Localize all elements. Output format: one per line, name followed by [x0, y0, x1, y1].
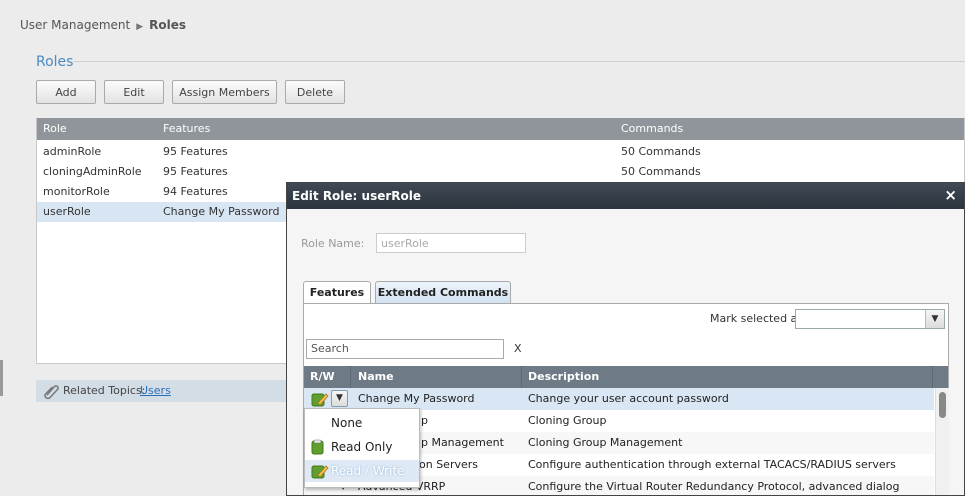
role-cell: userRole: [43, 205, 91, 218]
role-name-field[interactable]: userRole: [376, 233, 526, 253]
description-cell: Configure the Virtual Router Redundancy …: [528, 480, 900, 493]
option-label: Read Only: [331, 440, 393, 454]
table-row[interactable]: ▼ Change My Password Change your user ac…: [304, 388, 934, 410]
description-cell: Change your user account password: [528, 392, 729, 405]
read-only-icon: [311, 439, 324, 455]
permission-options-menu: None Read Only Read / Write: [304, 408, 420, 488]
assign-members-button[interactable]: Assign Members: [172, 80, 277, 104]
role-cell: monitorRole: [43, 185, 110, 198]
option-read-write[interactable]: Read / Write: [305, 460, 419, 482]
delete-button[interactable]: Delete: [285, 80, 345, 104]
related-topics: Related Topics: Users: [36, 380, 296, 402]
section-title: Roles: [36, 54, 74, 70]
chevron-right-icon: ▶: [136, 22, 144, 32]
commands-cell: 50 Commands: [621, 145, 701, 158]
section-divider: [74, 61, 965, 62]
column-divider: [521, 366, 522, 388]
permission-dropdown[interactable]: ▼: [331, 390, 348, 407]
breadcrumb-parent[interactable]: User Management: [20, 18, 130, 32]
table-row[interactable]: cloningAdminRole 95 Features 50 Commands: [37, 162, 964, 182]
search-input[interactable]: Search: [306, 339, 504, 359]
tab-features[interactable]: Features: [303, 281, 371, 303]
chevron-down-icon[interactable]: ▼: [925, 310, 944, 328]
role-cell: cloningAdminRole: [43, 165, 142, 178]
column-header-rw[interactable]: R/W: [310, 370, 335, 383]
description-cell: Cloning Group Management: [528, 436, 683, 449]
paperclip-icon: [44, 385, 59, 399]
role-name-label: Role Name:: [301, 237, 365, 250]
commands-cell: 50 Commands: [621, 165, 701, 178]
related-users-link[interactable]: Users: [140, 384, 171, 397]
column-header-name[interactable]: Name: [358, 370, 394, 383]
name-cell: Change My Password: [358, 392, 475, 405]
features-cell: 95 Features: [163, 145, 228, 158]
vertical-scrollbar[interactable]: [935, 388, 949, 495]
panel-edge: [0, 360, 3, 396]
breadcrumb: User Management ▶ Roles: [20, 18, 186, 32]
dialog-header[interactable]: Edit Role: userRole ×: [287, 183, 964, 209]
edit-button[interactable]: Edit: [104, 80, 164, 104]
column-divider: [350, 366, 351, 388]
mark-selected-label: Mark selected as:: [710, 312, 807, 325]
name-cell: up Management: [414, 436, 504, 449]
related-topics-label: Related Topics:: [63, 384, 146, 397]
description-cell: Configure authentication through externa…: [528, 458, 896, 471]
column-header-description[interactable]: Description: [528, 370, 599, 383]
mark-selected-dropdown[interactable]: ▼: [795, 309, 945, 329]
option-label: None: [331, 416, 363, 430]
breadcrumb-current: Roles: [149, 18, 187, 32]
option-label: Read / Write: [331, 464, 405, 478]
clear-search-button[interactable]: X: [514, 342, 522, 355]
close-icon[interactable]: ×: [944, 186, 957, 204]
option-read-only[interactable]: Read Only: [305, 436, 419, 458]
read-write-icon: [311, 393, 329, 407]
features-cell: 95 Features: [163, 165, 228, 178]
roles-table-header: Role Features Commands: [37, 118, 964, 140]
add-button[interactable]: Add: [36, 80, 96, 104]
option-none[interactable]: None: [305, 412, 419, 434]
features-grid-header: R/W Name Description: [304, 366, 948, 388]
name-cell: on Servers: [419, 458, 479, 471]
scrollbar-thumb[interactable]: [939, 392, 946, 418]
features-cell: Change My Password: [163, 205, 280, 218]
dialog-title: Edit Role: userRole: [292, 189, 422, 203]
features-cell: 94 Features: [163, 185, 228, 198]
column-header-commands[interactable]: Commands: [621, 122, 683, 135]
description-cell: Cloning Group: [528, 414, 607, 427]
role-cell: adminRole: [43, 145, 102, 158]
column-header-features[interactable]: Features: [163, 122, 210, 135]
column-divider: [932, 366, 933, 388]
tab-extended-commands[interactable]: Extended Commands: [375, 281, 511, 303]
read-write-icon: [311, 465, 329, 479]
table-row[interactable]: adminRole 95 Features 50 Commands: [37, 142, 964, 162]
column-header-role[interactable]: Role: [43, 122, 67, 135]
